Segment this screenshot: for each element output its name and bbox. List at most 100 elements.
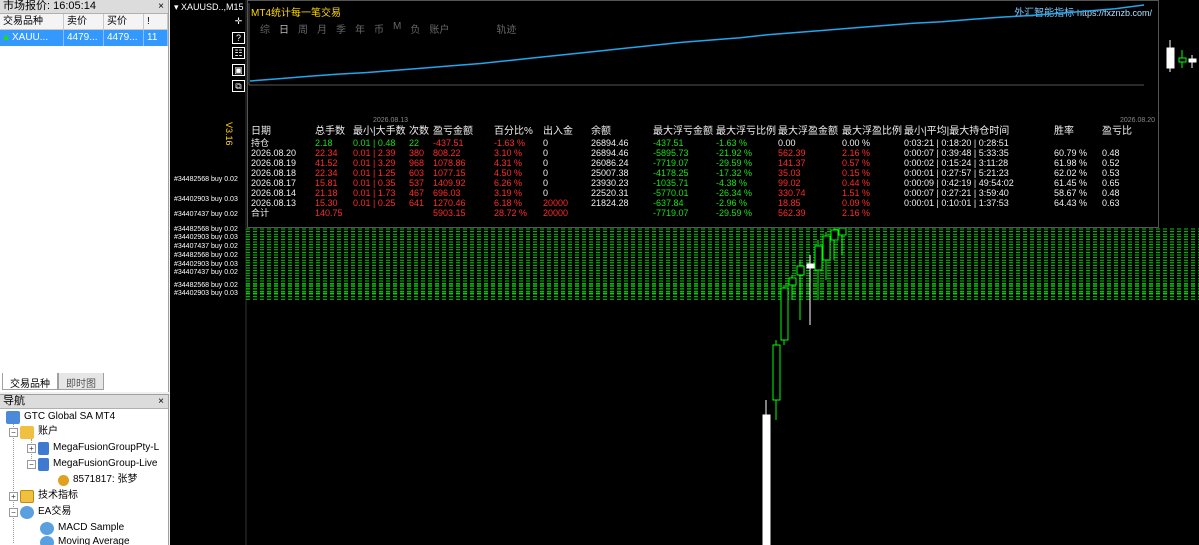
table-row: 2026.08.19 41.52 0.01 | 3.29 968 1078.86 4.31…: [248, 158, 1160, 168]
tree-item-server-2[interactable]: − MegaFusionGroup-Live: [27, 456, 158, 472]
table-cell: 持仓: [251, 138, 270, 148]
symbol-cell: XAUU...: [0, 30, 64, 46]
table-cell: -437.51: [653, 138, 684, 148]
trade-label: #34407437 buy 0.02: [174, 243, 238, 250]
table-cell: 61.45 %: [1054, 178, 1088, 188]
trade-label: #34482568 buy 0.02: [174, 226, 238, 233]
indicator-icon: [20, 489, 34, 503]
table-cell: 28.72 %: [494, 208, 528, 218]
expand-icon[interactable]: +: [9, 491, 18, 501]
table-cell: -17.32 %: [716, 168, 753, 178]
table-cell: 22.34: [315, 168, 338, 178]
tree-item-indicators[interactable]: + 技术指标: [9, 488, 78, 504]
table-cell: 60.79 %: [1054, 148, 1088, 158]
expert-advisor-icon: [20, 505, 34, 519]
table-cell: 61.98 %: [1054, 158, 1088, 168]
trade-label: #34402903 buy 0.03: [174, 261, 238, 268]
table-cell: 20000: [543, 198, 569, 208]
table-cell: 最小|平均|最大持仓时间: [904, 126, 1010, 137]
table-cell: 3.19 %: [494, 188, 523, 198]
total-row: 合计 140.75 5903.15 28.72 % 20000 -7719.07 -29.5…: [248, 208, 1160, 218]
table-cell: -1.63 %: [494, 138, 526, 148]
tab-tick-chart[interactable]: 即时图: [58, 373, 104, 390]
table-cell: 4.50 %: [494, 168, 523, 178]
table-cell: 2026.08.18: [251, 168, 297, 178]
table-cell: 盈亏比: [1102, 126, 1132, 137]
candle-body: [1166, 47, 1175, 69]
table-cell: 2026.08.20: [251, 148, 297, 158]
candle-body: [788, 277, 797, 286]
ask-cell: 4479...: [104, 30, 144, 46]
collapse-icon[interactable]: −: [9, 427, 18, 437]
candle-body: [806, 263, 815, 269]
column-symbol[interactable]: 交易品种: [0, 14, 64, 29]
trade-label: #34482568 buy 0.02: [174, 176, 238, 183]
candle-body: [838, 227, 847, 236]
collapse-icon[interactable]: −: [9, 507, 18, 517]
table-cell: 21.18: [315, 188, 338, 198]
copy-icon[interactable]: ⧉: [232, 80, 245, 92]
column-spread[interactable]: !: [144, 14, 168, 29]
table-cell: -1035.71: [653, 178, 689, 188]
table-cell: 330.74: [778, 188, 806, 198]
table-cell: 最大浮亏金额: [653, 126, 713, 137]
table-cell: 64.43 %: [1054, 198, 1088, 208]
table-cell: 1409.92: [433, 178, 466, 188]
tree-item-terminal[interactable]: GTC Global SA MT4: [6, 409, 115, 425]
table-cell: 0: [543, 188, 549, 198]
table-cell: 562.39: [778, 148, 806, 158]
table-cell: 0: [543, 148, 549, 158]
table-cell: 41.52: [315, 158, 338, 168]
market-watch-tabs: 交易品种 即时图: [2, 373, 104, 390]
table-cell: 0.15 %: [842, 168, 871, 178]
table-cell: -4178.25: [653, 168, 689, 178]
chart-window[interactable]: ▾ XAUUSD..,M15 ✛ ? ☷ ▣ ⧉ V3.16 #34482568…: [170, 0, 1199, 545]
equity-end-date: 2026.08.20: [1120, 117, 1156, 124]
tree-item-account-user[interactable]: 8571817: 张梦: [58, 472, 138, 488]
list-icon[interactable]: ☷: [232, 47, 245, 59]
account-icon: [38, 457, 49, 471]
table-cell: 0: [543, 168, 549, 178]
market-watch-title-bar[interactable]: 市场报价: 16:05:14 ×: [0, 0, 168, 14]
close-icon[interactable]: ×: [158, 395, 164, 408]
collapse-icon[interactable]: −: [27, 459, 36, 469]
table-cell: 26894.46: [591, 148, 629, 158]
table-cell: 0:03:21 | 0:18:20 | 0:28:51: [904, 138, 1009, 148]
table-cell: 15.30: [315, 198, 338, 208]
table-cell: -637.84: [653, 198, 684, 208]
help-icon[interactable]: ?: [232, 32, 245, 44]
tree-item-expert-advisors[interactable]: − EA交易: [9, 504, 71, 520]
table-cell: 0.01 | 0.35: [353, 178, 396, 188]
stats-table: 日期 总手数 最小|大手数 次数 盈亏金额 百分比% 出入金 余额 最大浮亏金额 最大浮亏比例 最大…: [248, 126, 1160, 218]
table-cell: 日期: [251, 126, 271, 137]
table-cell: 胜率: [1054, 126, 1074, 137]
tree-item-server-1[interactable]: + MegaFusionGroupPty-L: [27, 440, 159, 456]
crosshair-icon[interactable]: ✛: [232, 16, 245, 28]
close-icon[interactable]: ×: [158, 0, 164, 13]
window-icon[interactable]: ▣: [232, 64, 245, 76]
tree-item-moving-average[interactable]: Moving Average: [40, 534, 130, 545]
tab-symbols[interactable]: 交易品种: [2, 373, 58, 390]
tree-item-accounts[interactable]: − 账户: [9, 424, 58, 440]
expand-icon[interactable]: +: [27, 443, 36, 453]
table-cell: 26086.24: [591, 158, 629, 168]
navigator-title-bar[interactable]: 导航 ×: [0, 395, 168, 409]
table-row: 2026.08.20 22.34 0.01 | 2.39 380 808.22 3.10 …: [248, 148, 1160, 158]
trade-label: #34407437 buy 0.02: [174, 269, 238, 276]
table-cell: 盈亏金额: [433, 126, 473, 137]
candle-body: [796, 265, 805, 276]
table-cell: 1077.15: [433, 168, 466, 178]
table-cell: 2026.08.19: [251, 158, 297, 168]
table-cell: 467: [409, 188, 425, 198]
table-cell: 2.18: [315, 138, 333, 148]
column-ask[interactable]: 买价: [104, 14, 144, 29]
table-cell: 0.48: [1102, 148, 1120, 158]
candle-body: [1188, 58, 1197, 63]
table-cell: -29.59 %: [716, 158, 753, 168]
table-cell: -7719.07: [653, 158, 689, 168]
table-cell: 最大浮盈比例: [842, 126, 902, 137]
table-cell: 0.52: [1102, 158, 1120, 168]
candle-body: [762, 414, 771, 545]
column-bid[interactable]: 卖价: [64, 14, 104, 29]
table-row[interactable]: XAUU... 4479... 4479... 11: [0, 30, 168, 46]
